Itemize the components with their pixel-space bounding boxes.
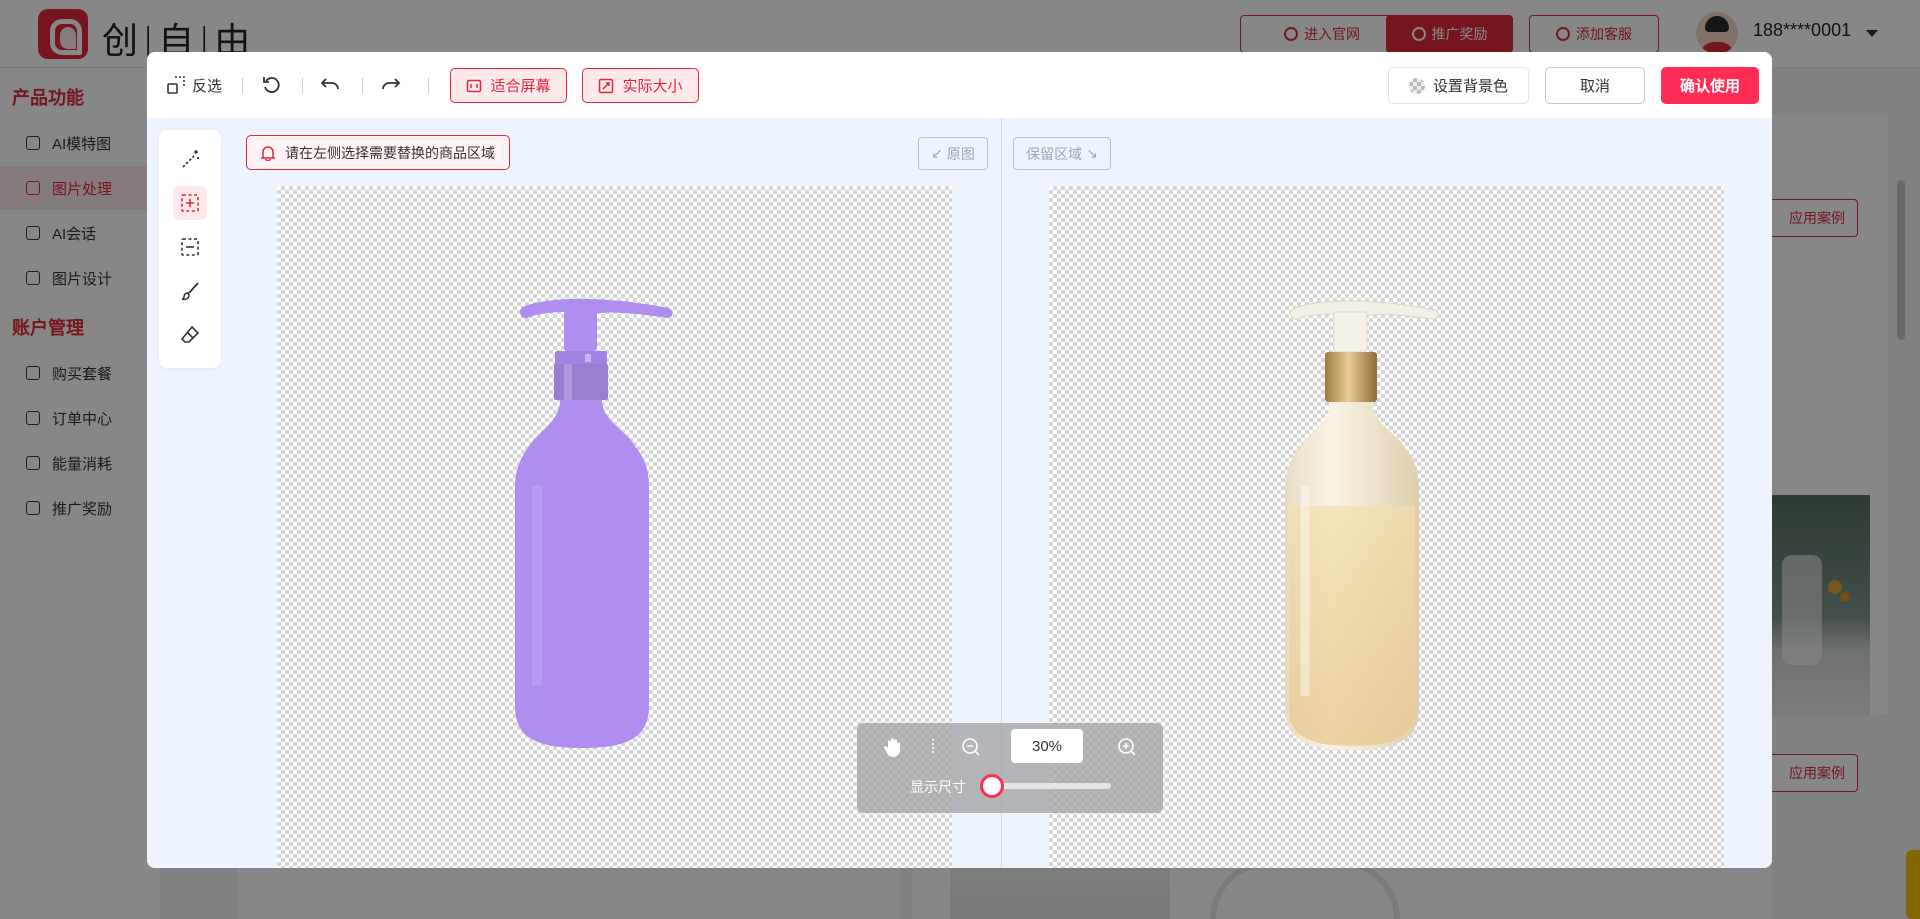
confirm-button[interactable]: 确认使用 (1661, 67, 1759, 104)
fit-screen-icon (467, 79, 482, 92)
fit-screen-button[interactable]: 适合屏幕 (450, 68, 567, 103)
editor-workspace: 请在左侧选择需要替换的商品区域 ↙ 原图 保留区域 ↘ 30% 显示尺寸 (147, 118, 1772, 868)
selection-hint: 请在左侧选择需要替换的商品区域 (246, 135, 510, 170)
subtract-selection-tool[interactable] (173, 230, 207, 264)
hand-pan-icon[interactable] (879, 733, 907, 761)
display-size-label: 显示尺寸 (910, 779, 966, 795)
brush-tool[interactable] (173, 274, 207, 308)
invert-selection-button[interactable]: 反选 (166, 69, 222, 101)
view-original-button[interactable]: ↙ 原图 (918, 137, 988, 170)
redo-icon (382, 78, 401, 90)
masked-bottle-image (515, 298, 673, 748)
cancel-button[interactable]: 取消 (1545, 67, 1645, 104)
zoom-divider (932, 739, 934, 753)
reset-icon (263, 77, 280, 93)
tool-palette (159, 130, 221, 368)
modal-toolbar: 反选 适合屏幕 实际大小 设置背景色 取消 确认使用 (147, 52, 1772, 118)
bell-icon (261, 145, 275, 161)
actual-size-button[interactable]: 实际大小 (582, 68, 699, 103)
zoom-out-icon[interactable] (957, 733, 985, 761)
product-replace-modal: 反选 适合屏幕 实际大小 设置背景色 取消 确认使用 请在左侧选择需要替换的商品… (147, 52, 1772, 868)
zoom-percent-input[interactable] (1011, 729, 1083, 763)
arrow-down-right-icon: ↘ (1086, 145, 1098, 161)
redo-button[interactable] (380, 69, 402, 101)
hint-text: 请在左侧选择需要替换的商品区域 (285, 144, 495, 161)
undo-icon (320, 78, 339, 90)
brush-icon (181, 282, 199, 301)
set-background-color-button[interactable]: 设置背景色 (1388, 67, 1529, 104)
actual-size-icon (599, 78, 614, 93)
reset-button[interactable] (261, 69, 283, 101)
set-background-label: 设置背景色 (1432, 78, 1508, 95)
selection-canvas[interactable] (277, 186, 952, 868)
keep-area-button[interactable]: 保留区域 ↘ (1013, 137, 1111, 170)
toolbar-divider (428, 78, 429, 94)
toolbar-divider (302, 78, 303, 94)
fit-screen-label: 适合屏幕 (490, 78, 551, 95)
arrow-down-left-icon: ↙ (931, 145, 943, 161)
subtract-selection-icon (181, 238, 199, 256)
toolbar-divider (242, 78, 243, 94)
toolbar-divider (362, 78, 363, 94)
magic-wand-icon (182, 150, 199, 168)
checker-icon (1408, 77, 1425, 94)
original-label: 原图 (946, 145, 975, 162)
display-size-slider-track[interactable] (989, 783, 1111, 789)
display-size-slider-handle[interactable] (980, 774, 1004, 798)
add-selection-icon (181, 194, 199, 212)
magic-wand-tool[interactable] (173, 142, 207, 176)
eraser-tool[interactable] (173, 318, 207, 352)
actual-size-label: 实际大小 (622, 78, 683, 95)
invert-icon (167, 76, 185, 94)
eraser-icon (180, 325, 200, 343)
undo-button[interactable] (319, 69, 341, 101)
zoom-control-panel: 显示尺寸 (857, 723, 1163, 813)
keep-area-label: 保留区域 (1026, 145, 1083, 162)
zoom-in-icon[interactable] (1113, 733, 1141, 761)
add-selection-tool[interactable] (173, 186, 207, 220)
invert-label: 反选 (192, 77, 223, 95)
